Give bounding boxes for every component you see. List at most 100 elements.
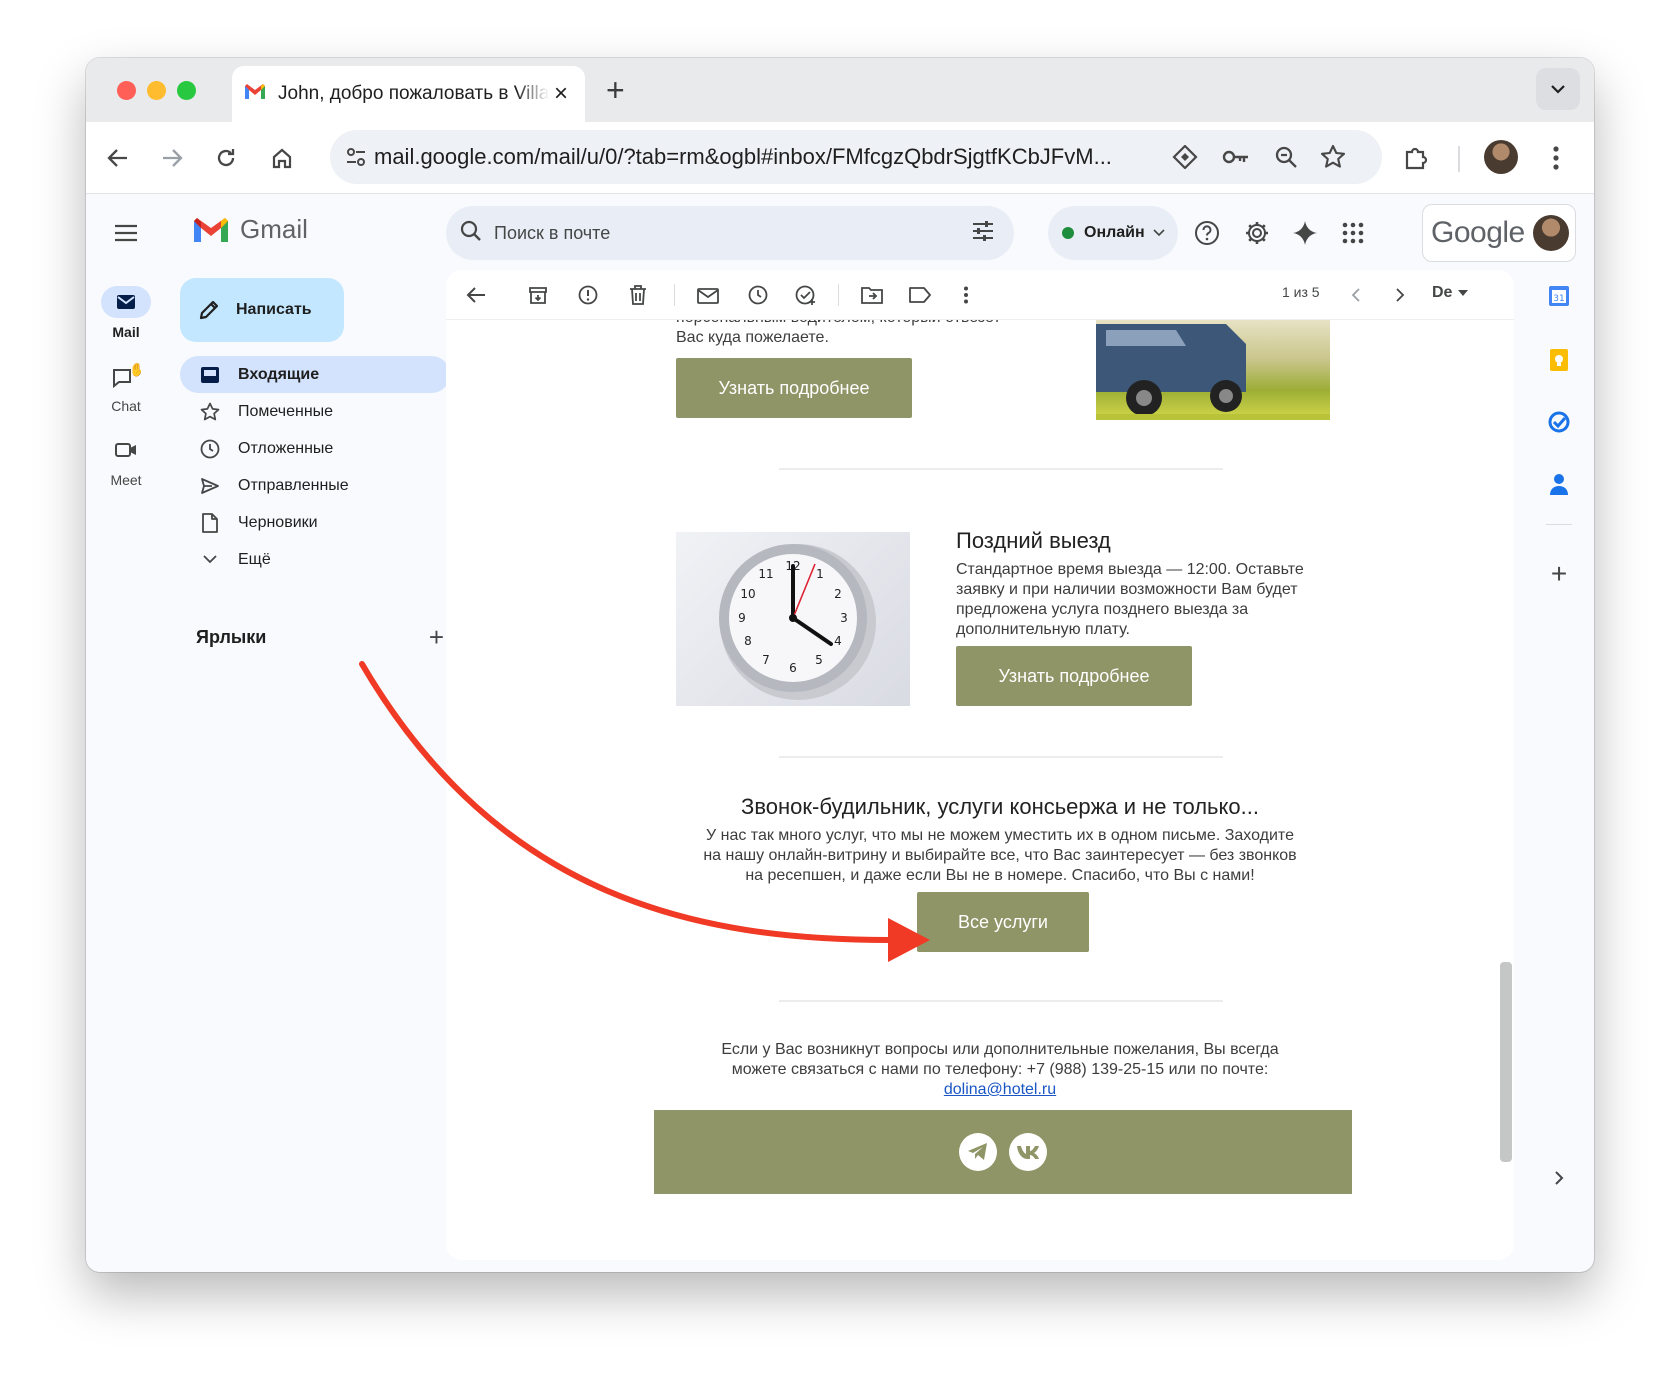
add-task-icon[interactable] [792,281,820,309]
learn-more-button-2[interactable]: Узнать подробнее [956,646,1192,706]
zoom-window-button[interactable] [177,81,196,100]
telegram-icon[interactable] [959,1133,997,1171]
more-options-icon[interactable] [952,281,980,309]
side-panel-divider [1546,524,1572,525]
mark-unread-icon[interactable] [694,281,722,309]
contact-email-link[interactable]: dolina@hotel.ru [446,1080,1514,1100]
reading-pane: 1 из 5 De персональным водителем, которы… [446,270,1514,1260]
language-label: De [1432,284,1453,301]
svg-text:31: 31 [1553,294,1564,304]
help-icon[interactable] [1192,218,1222,248]
delete-trash-icon[interactable] [624,281,652,309]
minimize-window-button[interactable] [147,81,166,100]
search-icon[interactable] [460,220,482,247]
late-checkout-text-4: дополнительную плату. [956,621,1130,638]
bookmark-star-icon[interactable] [1320,144,1346,175]
translate-icon[interactable] [1172,144,1198,174]
archive-icon[interactable] [524,281,552,309]
gemini-sparkle-icon[interactable] [1290,218,1320,248]
scrollbar-thumb[interactable] [1500,962,1512,1162]
search-options-icon[interactable] [972,220,994,246]
snooze-clock-icon[interactable] [744,281,772,309]
tab-title: John, добро пожаловать в Villa [278,83,549,104]
report-spam-icon[interactable] [574,281,602,309]
close-window-button[interactable] [117,81,136,100]
late-checkout-text-1: Стандартное время выезда — 12:00. Оставь… [956,561,1304,578]
svg-text:10: 10 [740,587,755,601]
back-button[interactable] [102,142,134,174]
learn-more-button-1[interactable]: Узнать подробнее [676,358,912,418]
svg-text:6: 6 [789,661,797,675]
site-info-icon[interactable] [344,145,368,174]
apps-grid-icon[interactable] [1338,218,1368,248]
settings-gear-icon[interactable] [1242,218,1272,248]
address-bar[interactable]: mail.google.com/mail/u/0/?tab=rm&ogbl#in… [330,130,1382,184]
tab-close-icon[interactable]: × [549,80,573,108]
gmail-logo[interactable]: Gmail [192,214,308,245]
services-text-2: на нашу онлайн-витрину и выбирайте все, … [703,847,1297,864]
status-button[interactable]: Онлайн [1048,206,1178,260]
tab-search-button[interactable] [1536,68,1580,110]
draft-icon [196,512,224,533]
message-toolbar: 1 из 5 De [446,270,1514,320]
extensions-button[interactable] [1400,142,1432,174]
back-to-inbox-icon[interactable] [462,281,490,309]
late-checkout-title: Поздний выезд [956,528,1111,553]
rail-meet[interactable]: Meet [86,434,166,488]
rail-chat[interactable]: ✋ Chat [86,360,166,414]
nav-sent[interactable]: Отправленные [180,467,450,504]
chevron-down-icon [1153,229,1165,237]
nav-snoozed[interactable]: Отложенные [180,430,450,467]
services-title: Звонок-будильник, услуги консьержа и не … [741,794,1259,819]
nav-more[interactable]: Ещё [180,541,450,578]
contacts-icon[interactable] [1541,466,1577,502]
new-tab-button[interactable]: + [606,72,625,109]
all-services-button[interactable]: Все услуги [917,892,1089,952]
gmail-favicon-icon [244,83,266,105]
newer-chevron-left-icon[interactable] [1342,281,1370,309]
browser-menu-icon[interactable] [1540,142,1572,174]
password-key-icon[interactable] [1222,147,1250,172]
rail-mail[interactable]: Mail [86,286,166,340]
add-addon-icon[interactable]: + [1541,556,1577,592]
divider [779,468,1223,470]
expand-panel-chevron-icon[interactable] [1541,1160,1577,1196]
toolbar-separator [674,284,675,306]
older-chevron-right-icon[interactable] [1386,281,1414,309]
main-menu-icon[interactable] [114,224,138,247]
star-icon [196,402,224,422]
late-checkout-text-2: заявку и при наличии возможности Вам буд… [956,581,1298,598]
nav-inbox[interactable]: Входящие [180,356,450,393]
svg-text:7: 7 [762,653,770,667]
home-button[interactable] [266,142,298,174]
move-to-folder-icon[interactable] [858,281,886,309]
compose-button[interactable]: Написать [180,278,344,342]
calendar-icon[interactable]: 31 [1541,278,1577,314]
chevron-down-icon [196,555,224,564]
late-checkout-text-3: предложена услуга позднего выезда за [956,601,1249,618]
caret-down-icon [1458,290,1469,296]
keep-icon[interactable] [1541,342,1577,378]
zoom-icon[interactable] [1274,145,1298,174]
reload-button[interactable] [210,142,242,174]
nav-starred[interactable]: Помеченные [180,393,450,430]
forward-button[interactable] [156,142,188,174]
nav-snoozed-label: Отложенные [238,439,334,457]
google-wordmark: Google [1431,216,1525,249]
google-account-button[interactable]: Google [1422,204,1576,262]
email-body: персональным водителем, который отвезет … [446,270,1514,1260]
label-tag-icon[interactable] [906,281,934,309]
nav-drafts[interactable]: Черновики [180,504,450,541]
search-bar[interactable]: Поиск в почте [446,206,1014,260]
tasks-icon[interactable] [1541,404,1577,440]
rail-meet-label: Meet [110,472,142,488]
profile-avatar[interactable] [1484,140,1518,174]
browser-tab[interactable]: John, добро пожаловать в Villa × [232,66,585,122]
rail-chat-label: Chat [111,398,141,414]
browser-window: John, добро пожаловать в Villa × + mail.… [86,58,1594,1272]
input-language-button[interactable]: De [1432,284,1469,302]
contact-text-1: Если у Вас возникнут вопросы или дополни… [721,1041,1279,1058]
toolbar-separator [838,284,839,306]
vk-icon[interactable] [1009,1133,1047,1171]
add-label-icon[interactable]: + [429,622,444,653]
